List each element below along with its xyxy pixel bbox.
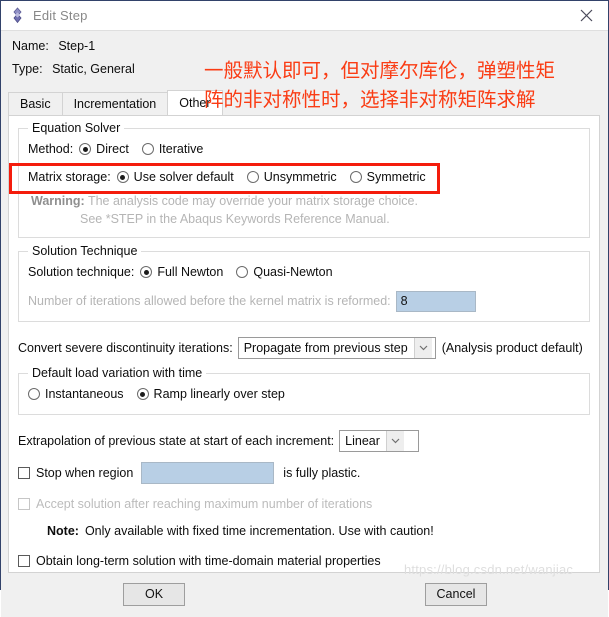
step-type-label: Type:: [12, 62, 43, 76]
discontinuity-row: Convert severe discontinuity iterations:…: [18, 337, 590, 359]
checkbox-long-term-solution[interactable]: Obtain long-term solution with time-doma…: [18, 554, 381, 568]
stop-region-suffix: is fully plastic.: [283, 466, 361, 480]
radio-quasi-newton-label: Quasi-Newton: [253, 265, 333, 279]
radio-ramp-linearly[interactable]: Ramp linearly over step: [136, 387, 285, 401]
radio-method-direct-label: Direct: [96, 142, 129, 156]
solution-technique-row: Solution technique: Full Newton Quasi-Ne…: [28, 261, 580, 283]
radio-knob-icon: [141, 143, 154, 155]
kernel-iterations-label: Number of iterations allowed before the …: [28, 294, 391, 308]
note-row: Note: Only available with fixed time inc…: [47, 520, 590, 542]
discontinuity-select-value: Propagate from previous step: [243, 341, 408, 355]
extrapolation-label: Extrapolation of previous state at start…: [18, 434, 335, 448]
other-tab-panel: Equation Solver Method: Direct Iterative…: [8, 115, 600, 573]
tab-incrementation[interactable]: Incrementation: [61, 92, 169, 115]
radio-method-direct[interactable]: Direct: [79, 142, 129, 156]
radio-matrix-solver-default-label: Use solver default: [133, 170, 234, 184]
accept-solution-row: Accept solution after reaching maximum n…: [18, 493, 590, 515]
warning-line-1: The analysis code may override your matr…: [87, 194, 418, 208]
step-name-value: Step-1: [58, 39, 96, 53]
equation-solver-group: Equation Solver Method: Direct Iterative…: [18, 121, 590, 238]
radio-knob-icon: [136, 388, 149, 400]
solution-technique-label: Solution technique:: [28, 265, 135, 279]
checkbox-accept-solution[interactable]: Accept solution after reaching maximum n…: [18, 497, 372, 511]
window-title: Edit Step: [33, 8, 88, 23]
dialog-button-bar: OK Cancel: [1, 573, 608, 617]
ok-button[interactable]: OK: [123, 583, 185, 606]
radio-knob-icon: [349, 171, 362, 183]
solution-technique-group: Solution Technique Solution technique: F…: [18, 244, 590, 322]
radio-knob-icon: [236, 266, 249, 278]
step-name-label: Name:: [12, 39, 49, 53]
load-variation-row: Instantaneous Ramp linearly over step: [28, 383, 580, 405]
radio-knob-icon: [28, 388, 40, 400]
checkbox-box-icon: [18, 467, 30, 479]
stop-region-input[interactable]: [141, 462, 275, 484]
warning-label: Warning:: [31, 194, 85, 208]
discontinuity-suffix: (Analysis product default): [441, 341, 583, 355]
radio-method-iterative[interactable]: Iterative: [141, 142, 204, 156]
discontinuity-label: Convert severe discontinuity iterations:: [18, 341, 233, 355]
stop-region-row: Stop when region is fully plastic.: [18, 462, 590, 484]
radio-knob-icon: [116, 171, 129, 183]
load-variation-legend: Default load variation with time: [28, 366, 207, 380]
step-type-row: Type: Static, General: [12, 58, 608, 81]
method-label: Method:: [28, 142, 74, 156]
long-term-label: Obtain long-term solution with time-doma…: [36, 554, 381, 568]
load-variation-group: Default load variation with time Instant…: [18, 366, 590, 415]
radio-method-iterative-label: Iterative: [158, 142, 204, 156]
step-type-value: Static, General: [52, 62, 135, 76]
accept-solution-label: Accept solution after reaching maximum n…: [36, 497, 373, 511]
long-term-row: Obtain long-term solution with time-doma…: [18, 550, 590, 572]
note-text: Only available with fixed time increment…: [84, 524, 434, 538]
tab-other[interactable]: Other: [167, 90, 223, 115]
abaqus-diamond-icon: [9, 7, 26, 24]
checkbox-box-icon: [18, 555, 30, 567]
radio-matrix-solver-default[interactable]: Use solver default: [116, 170, 234, 184]
edit-step-dialog: Edit Step Name: Step-1 Type: Static, Gen…: [0, 0, 609, 617]
method-row: Method: Direct Iterative: [28, 138, 580, 160]
radio-knob-icon: [79, 143, 92, 155]
matrix-storage-row: Matrix storage: Use solver default Unsym…: [28, 166, 580, 188]
radio-matrix-unsymmetric-label: Unsymmetric: [263, 170, 337, 184]
tab-basic[interactable]: Basic: [8, 92, 63, 115]
kernel-iterations-input[interactable]: 8: [395, 290, 476, 312]
radio-matrix-symmetric-label: Symmetric: [366, 170, 426, 184]
solution-technique-legend: Solution Technique: [28, 244, 142, 258]
radio-full-newton[interactable]: Full Newton: [140, 265, 223, 279]
cancel-button[interactable]: Cancel: [425, 583, 487, 606]
chevron-down-icon: [385, 431, 404, 451]
extrapolation-row: Extrapolation of previous state at start…: [18, 430, 590, 452]
radio-full-newton-label: Full Newton: [157, 265, 224, 279]
tab-strip: Basic Incrementation Other: [1, 90, 608, 115]
radio-quasi-newton[interactable]: Quasi-Newton: [236, 265, 333, 279]
discontinuity-select[interactable]: Propagate from previous step: [237, 337, 436, 359]
extrapolation-select[interactable]: Linear: [339, 430, 420, 452]
title-bar: Edit Step: [1, 1, 608, 31]
radio-knob-icon: [140, 266, 153, 278]
warning-line-2: See *STEP in the Abaqus Keywords Referen…: [80, 212, 390, 226]
radio-matrix-symmetric[interactable]: Symmetric: [349, 170, 426, 184]
step-header: Name: Step-1 Type: Static, General: [1, 31, 608, 90]
radio-instantaneous[interactable]: Instantaneous: [28, 387, 124, 401]
radio-ramp-linearly-label: Ramp linearly over step: [153, 387, 285, 401]
matrix-storage-warning: Warning: The analysis code may override …: [31, 192, 580, 228]
radio-knob-icon: [246, 171, 259, 183]
radio-matrix-unsymmetric[interactable]: Unsymmetric: [246, 170, 337, 184]
kernel-iterations-row: Number of iterations allowed before the …: [28, 290, 580, 312]
step-name-row: Name: Step-1: [12, 35, 608, 58]
equation-solver-legend: Equation Solver: [28, 121, 125, 135]
checkbox-stop-when-region[interactable]: Stop when region: [18, 466, 133, 480]
stop-region-label: Stop when region: [36, 466, 134, 480]
radio-instantaneous-label: Instantaneous: [45, 387, 124, 401]
note-label: Note:: [47, 524, 79, 538]
close-icon[interactable]: [564, 1, 608, 29]
matrix-storage-label: Matrix storage:: [28, 170, 111, 184]
checkbox-box-icon: [18, 498, 30, 510]
chevron-down-icon: [413, 338, 432, 358]
extrapolation-select-value: Linear: [345, 434, 380, 448]
